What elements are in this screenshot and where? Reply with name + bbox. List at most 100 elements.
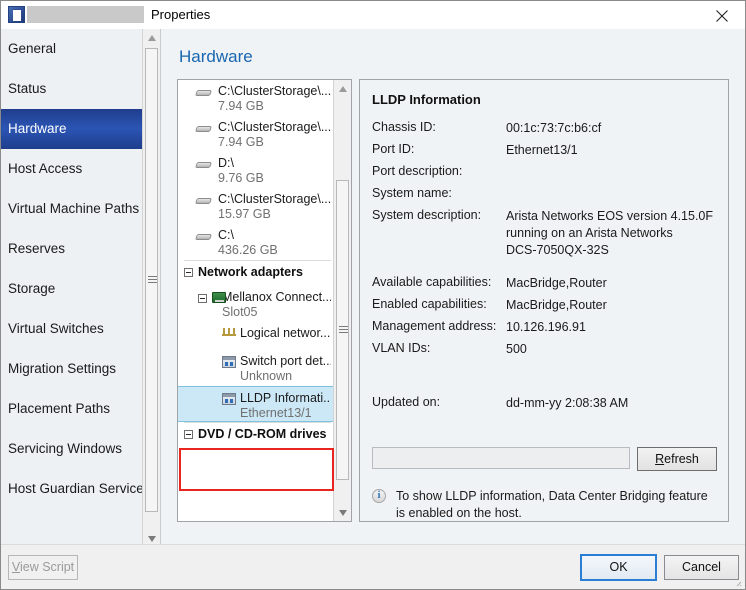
- scroll-down-arrow-icon[interactable]: [334, 504, 351, 521]
- tree-item-lldp-information[interactable]: LLDP Informati... Ethernet13/1: [178, 386, 335, 422]
- disk-name: D:\: [218, 156, 331, 171]
- collapse-expander-icon[interactable]: [184, 268, 193, 277]
- field-value: MacBridge,Router: [506, 297, 722, 314]
- sidebar-item-storage[interactable]: Storage: [1, 269, 160, 309]
- status-field[interactable]: [372, 447, 630, 469]
- tree-item-disk[interactable]: C:\ClusterStorage\... 7.94 GB: [178, 116, 335, 152]
- tree-item-network-adapter[interactable]: Mellanox Connect... Slot05: [178, 286, 335, 322]
- sidebar-scrollbar-thumb[interactable]: [145, 48, 158, 512]
- sidebar-item-migration-settings[interactable]: Migration Settings: [1, 349, 160, 389]
- lldp-value: Ethernet13/1: [240, 406, 331, 421]
- resize-grip[interactable]: [732, 577, 742, 587]
- tree-item-disk[interactable]: C:\ClusterStorage\... 7.94 GB: [178, 80, 335, 116]
- page-title: Hardware: [179, 47, 253, 67]
- server-document-icon: [8, 6, 25, 23]
- sidebar-scrollbar[interactable]: [142, 29, 160, 547]
- tree-group-network-adapters[interactable]: Network adapters: [178, 260, 335, 286]
- refresh-area: Refresh: [372, 447, 717, 471]
- sidebar-item-reserves[interactable]: Reserves: [1, 229, 160, 269]
- disk-name: C:\ClusterStorage\...: [218, 84, 331, 99]
- sidebar-item-label: Placement Paths: [8, 401, 110, 416]
- disk-name: C:\ClusterStorage\...: [218, 120, 331, 135]
- adapter-name: Mellanox Connect...: [222, 290, 331, 305]
- collapse-expander-icon[interactable]: [198, 294, 207, 303]
- lldp-detail-panel: LLDP Information Chassis ID: 00:1c:73:7c…: [359, 79, 729, 522]
- field-label: Port description:: [372, 164, 462, 178]
- device-tree-scrollbar-thumb[interactable]: [336, 180, 349, 480]
- detail-row: VLAN IDs: 500: [372, 341, 722, 363]
- field-label: Chassis ID:: [372, 120, 436, 134]
- sidebar-item-host-guardian-service[interactable]: Host Guardian Service: [1, 469, 160, 509]
- detail-row: Chassis ID: 00:1c:73:7c:b6:cf: [372, 120, 722, 142]
- sidebar-item-placement-paths[interactable]: Placement Paths: [1, 389, 160, 429]
- switch-port-icon: [222, 393, 236, 405]
- sidebar-item-servicing-windows[interactable]: Servicing Windows: [1, 429, 160, 469]
- sidebar-item-label: Storage: [8, 281, 55, 296]
- tree-group-dvd-drives[interactable]: DVD / CD-ROM drives: [178, 422, 335, 448]
- field-label: System name:: [372, 186, 452, 200]
- sidebar-item-hardware[interactable]: Hardware: [1, 109, 160, 149]
- device-tree[interactable]: C:\ClusterStorage\... 7.94 GB C:\Cluster…: [177, 79, 352, 522]
- info-note-text: To show LLDP information, Data Center Br…: [396, 489, 708, 520]
- detail-row-updated-on: Updated on: dd-mm-yy 2:08:38 AM: [372, 395, 722, 417]
- detail-row: System description: Arista Networks EOS …: [372, 208, 722, 259]
- switch-port-icon: [222, 356, 236, 368]
- field-value: dd-mm-yy 2:08:38 AM: [506, 395, 722, 412]
- sidebar-item-label: General: [8, 41, 56, 56]
- sidebar-item-label: Reserves: [8, 241, 65, 256]
- sidebar-item-label: Hardware: [8, 121, 67, 136]
- lldp-name: LLDP Informati...: [240, 391, 331, 406]
- disk-icon: [196, 124, 211, 133]
- switch-port-name: Switch port det...: [240, 354, 331, 369]
- sidebar-item-virtual-machine-paths[interactable]: Virtual Machine Paths: [1, 189, 160, 229]
- close-icon[interactable]: [699, 1, 745, 29]
- detail-field-list: Chassis ID: 00:1c:73:7c:b6:cf Port ID: E…: [372, 120, 722, 417]
- title-bar: Properties: [1, 1, 745, 30]
- tree-item-logical-networks[interactable]: Logical networ...: [178, 322, 335, 350]
- scroll-up-arrow-icon[interactable]: [334, 80, 351, 97]
- view-script-button[interactable]: View Script: [8, 555, 78, 580]
- refresh-accel: R: [655, 452, 664, 466]
- refresh-button[interactable]: Refresh: [637, 447, 717, 471]
- cancel-button[interactable]: Cancel: [664, 555, 739, 580]
- tree-group-label: DVD / CD-ROM drives: [198, 427, 327, 441]
- tree-item-switch-port-details[interactable]: Switch port det... Unknown: [178, 350, 335, 386]
- disk-name: C:\ClusterStorage\...: [218, 192, 331, 207]
- tree-item-disk[interactable]: D:\ 9.76 GB: [178, 152, 335, 188]
- disk-icon: [196, 88, 211, 97]
- disk-size: 15.97 GB: [218, 207, 331, 222]
- collapse-expander-icon[interactable]: [184, 430, 193, 439]
- field-label: Available capabilities:: [372, 275, 491, 289]
- sidebar-item-virtual-switches[interactable]: Virtual Switches: [1, 309, 160, 349]
- detail-row: Available capabilities: MacBridge,Router: [372, 275, 722, 297]
- field-value: 10.126.196.91: [506, 319, 722, 336]
- disk-icon: [196, 232, 211, 241]
- view-script-rest: iew Script: [20, 560, 74, 574]
- sidebar-item-host-access[interactable]: Host Access: [1, 149, 160, 189]
- field-label: Management address:: [372, 319, 496, 333]
- field-value: [506, 164, 722, 181]
- field-label: System description:: [372, 208, 481, 222]
- view-script-accel: V: [12, 560, 20, 574]
- field-value: Ethernet13/1: [506, 142, 722, 159]
- field-value: 00:1c:73:7c:b6:cf: [506, 120, 722, 137]
- detail-panel-title: LLDP Information: [372, 92, 481, 107]
- window-title: Properties: [151, 6, 210, 23]
- tree-item-disk[interactable]: C:\ 436.26 GB: [178, 224, 335, 260]
- properties-window: Properties General Status Hardware Host …: [0, 0, 746, 590]
- sidebar-item-enhanced-session[interactable]: Enhanced Session: [1, 509, 160, 523]
- sidebar-item-label: Host Access: [8, 161, 82, 176]
- sidebar-item-general[interactable]: General: [1, 29, 160, 69]
- switch-port-value: Unknown: [240, 369, 331, 384]
- sidebar-item-label: Status: [8, 81, 46, 96]
- refresh-rest: efresh: [664, 452, 699, 466]
- ok-button[interactable]: OK: [581, 555, 656, 580]
- scroll-up-arrow-icon[interactable]: [143, 29, 160, 46]
- field-label: Enabled capabilities:: [372, 297, 487, 311]
- sidebar-item-status[interactable]: Status: [1, 69, 160, 109]
- detail-row: Management address: 10.126.196.91: [372, 319, 722, 341]
- logical-networks-name: Logical networ...: [240, 326, 331, 341]
- tree-item-disk[interactable]: C:\ClusterStorage\... 15.97 GB: [178, 188, 335, 224]
- sidebar-item-label: Virtual Machine Paths: [8, 201, 139, 216]
- device-tree-scrollbar[interactable]: [333, 80, 351, 521]
